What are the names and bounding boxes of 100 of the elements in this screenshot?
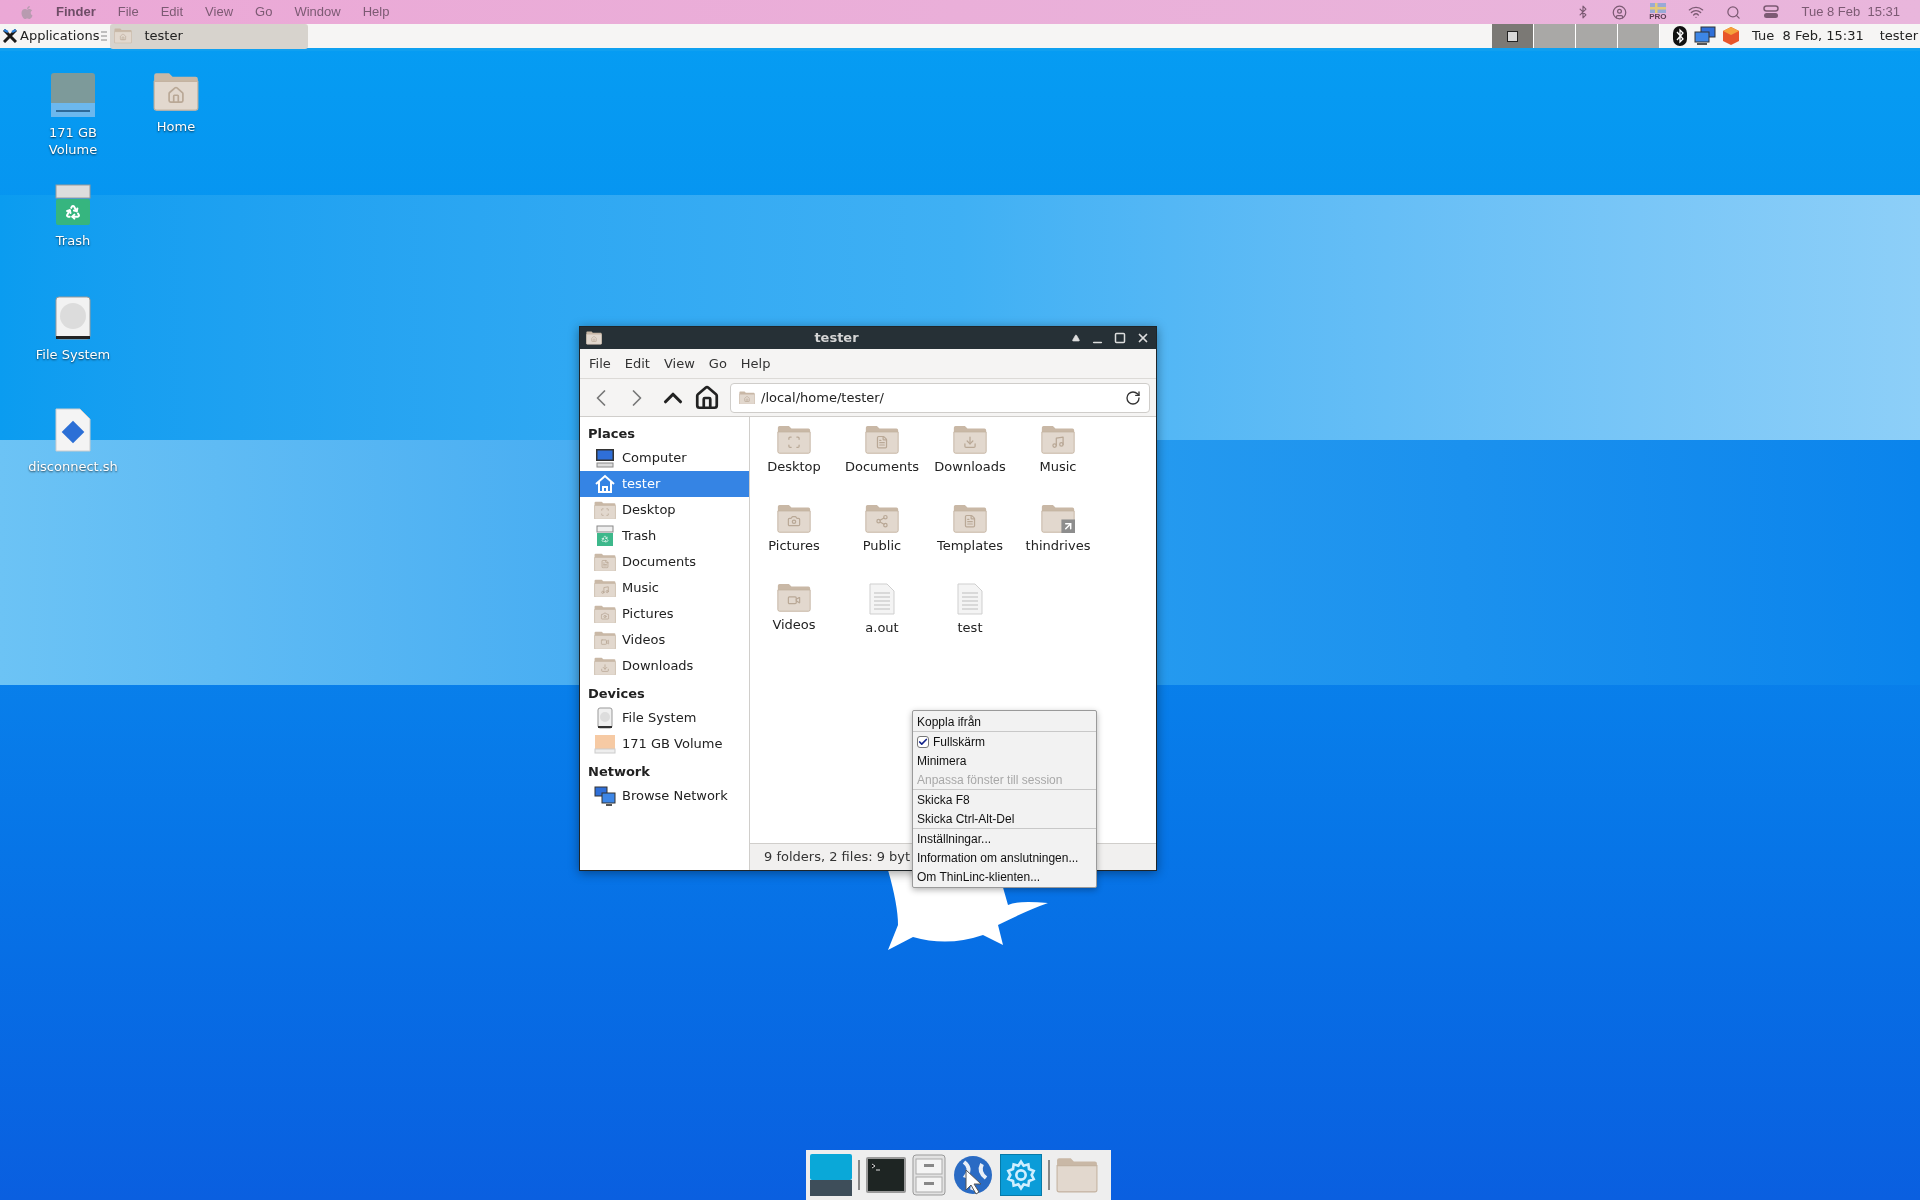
file-name: Pictures xyxy=(768,537,820,556)
menu-item[interactable]: Information om anslutningen... xyxy=(913,848,1096,867)
document-item[interactable]: a.out xyxy=(838,583,926,643)
menu-item[interactable]: Minimera xyxy=(913,751,1096,770)
folder-item[interactable]: Public xyxy=(838,504,926,583)
settings-button[interactable] xyxy=(1000,1154,1042,1196)
wifi-icon[interactable] xyxy=(1688,4,1705,20)
reload-icon[interactable] xyxy=(1125,389,1141,406)
settings-icon xyxy=(1005,1159,1037,1191)
menu-item[interactable]: Skicka Ctrl-Alt-Del xyxy=(913,809,1096,828)
desktop-icon-label: disconnect.sh xyxy=(28,458,118,475)
desktop-icon-label: Trash xyxy=(55,232,91,249)
folder-item[interactable]: Downloads xyxy=(926,425,1014,504)
sidebar-item[interactable]: tester xyxy=(580,471,749,497)
show-desktop-icon[interactable] xyxy=(810,1154,852,1196)
checkbox[interactable] xyxy=(917,735,929,748)
folder-icon xyxy=(594,578,616,598)
trash-icon xyxy=(594,525,616,547)
menu-item[interactable]: Fullskärm xyxy=(913,732,1096,751)
document-item[interactable]: test xyxy=(926,583,1014,643)
sidebar-item[interactable]: Videos xyxy=(580,627,749,653)
globe-icon[interactable] xyxy=(952,1154,994,1196)
menu-item[interactable]: View xyxy=(657,353,701,374)
file-name: Desktop xyxy=(767,458,821,477)
menu-item[interactable]: Om ThinLinc-klienten... xyxy=(913,867,1096,886)
folder-icon xyxy=(953,504,987,534)
flag-label: PRO xyxy=(1649,13,1667,21)
control-center-icon[interactable] xyxy=(1763,5,1780,19)
menu-item[interactable]: Skicka F8 xyxy=(913,790,1096,809)
location-field[interactable]: /local/home/tester/ xyxy=(730,382,1150,413)
sidebar-item[interactable]: Downloads xyxy=(580,653,749,679)
folder-icon xyxy=(1056,1156,1098,1194)
folder-item[interactable]: Desktop xyxy=(750,425,838,504)
menu-item[interactable]: File xyxy=(583,353,617,374)
script-file-icon xyxy=(55,408,91,452)
folder-item[interactable]: Documents xyxy=(838,425,926,504)
sidebar-item[interactable]: Computer xyxy=(580,445,749,471)
sidebar-item[interactable]: Browse Network xyxy=(580,783,749,809)
status-text: 9 folders, 2 files: 9 byt xyxy=(764,848,911,867)
home-icon[interactable] xyxy=(694,384,720,411)
menu-item[interactable]: Koppla ifrån xyxy=(913,712,1096,731)
sidebar-item[interactable]: Music xyxy=(580,575,749,601)
folder-item[interactable]: Templates xyxy=(926,504,1014,583)
bluetooth-icon[interactable] xyxy=(1672,25,1689,47)
folder-icon xyxy=(594,552,616,572)
shade-icon[interactable] xyxy=(1071,334,1081,342)
app-menu[interactable]: Finder xyxy=(56,2,96,22)
applications-menu[interactable]: Applications xyxy=(0,24,102,48)
folder-icon xyxy=(777,504,811,534)
search-icon[interactable] xyxy=(1726,4,1742,20)
network-icon xyxy=(594,785,616,807)
check-icon xyxy=(918,736,928,747)
folder-item[interactable]: Pictures xyxy=(750,504,838,583)
folder-icon xyxy=(865,504,899,534)
folder-item[interactable]: thindrives xyxy=(1014,504,1102,583)
folder-icon xyxy=(739,390,755,405)
sidebar-item[interactable]: 171 GB Volume xyxy=(580,731,749,757)
menu-item[interactable]: Inställningar... xyxy=(913,829,1096,848)
sidebar-item[interactable]: Documents xyxy=(580,549,749,575)
file-name: Public xyxy=(862,537,902,556)
menu-item[interactable]: Go xyxy=(702,353,733,374)
drive-icon xyxy=(50,72,96,118)
workspace-button[interactable] xyxy=(1492,24,1535,48)
desktop-icon-label: Home xyxy=(156,117,196,135)
window-thumbnail-icon xyxy=(1507,30,1519,42)
menu-item[interactable]: Help xyxy=(734,353,777,374)
task-button[interactable]: tester xyxy=(110,23,309,49)
sidebar-item[interactable]: Pictures xyxy=(580,601,749,627)
folder-item[interactable]: Music xyxy=(1014,425,1102,504)
cube-icon[interactable] xyxy=(1722,26,1741,46)
computer-icon xyxy=(594,447,616,469)
user-icon[interactable] xyxy=(1612,4,1628,20)
network-icon[interactable] xyxy=(1694,26,1717,46)
panel-clock[interactable]: Tue 8 Feb, 15:31 xyxy=(1752,26,1880,46)
folder-icon xyxy=(777,425,811,455)
handle-icon[interactable] xyxy=(101,30,108,42)
menu-item[interactable]: Edit xyxy=(618,353,656,374)
folder-item[interactable]: Videos xyxy=(750,583,838,643)
maximize-icon[interactable] xyxy=(1114,332,1126,344)
folder-icon xyxy=(953,425,987,455)
document-icon xyxy=(869,583,895,615)
drive-icon xyxy=(594,707,616,729)
sidebar-heading: Devices xyxy=(587,685,646,704)
folder-icon xyxy=(114,28,133,44)
folder-icon xyxy=(594,656,616,676)
file-name: a.out xyxy=(865,619,899,637)
file-name: Downloads xyxy=(934,458,1006,477)
file-name: Templates xyxy=(936,537,1004,556)
terminal-icon[interactable] xyxy=(866,1157,906,1193)
close-icon[interactable] xyxy=(1136,331,1150,345)
file-cabinet-icon[interactable] xyxy=(912,1154,946,1196)
file-name: thindrives xyxy=(1025,537,1091,556)
window-icon xyxy=(586,331,602,345)
sidebar-item[interactable]: Desktop xyxy=(580,497,749,523)
sidebar-item[interactable]: Trash xyxy=(580,523,749,549)
user-name[interactable]: tester xyxy=(1879,26,1920,46)
trash-icon xyxy=(55,184,91,226)
desktop-icon-label: File System xyxy=(35,346,111,363)
sidebar-item[interactable]: File System xyxy=(580,705,749,731)
folder-icon xyxy=(777,583,811,613)
